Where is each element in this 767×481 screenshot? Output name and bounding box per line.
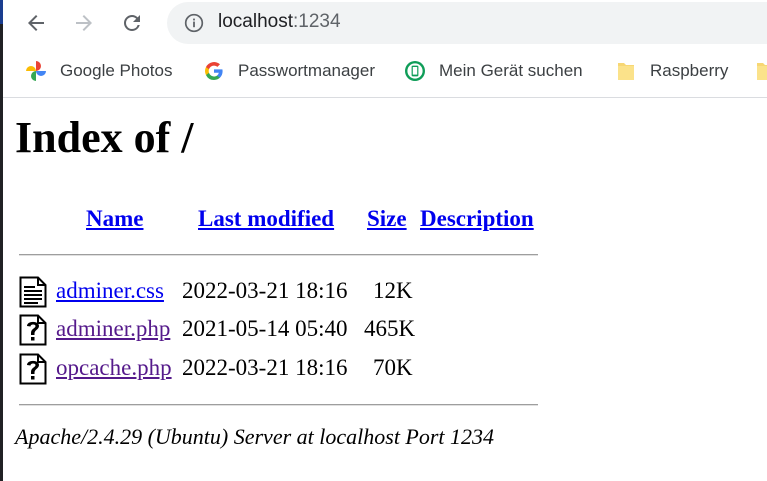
file-row: adminer.css 2022-03-21 18:16 12K (19, 276, 539, 310)
bookmark-label: Mein Gerät suchen (439, 61, 583, 80)
file-link[interactable]: opcache.php (56, 355, 172, 381)
unknown-file-icon (19, 314, 47, 346)
file-row: opcache.php 2022-03-21 18:16 70K (19, 353, 539, 387)
folder-icon (753, 59, 767, 83)
bookmark-find-device[interactable]: Mein Gerät suchen (403, 59, 583, 83)
back-button[interactable] (19, 6, 53, 40)
server-signature: Apache/2.4.29 (Ubuntu) Server at localho… (15, 424, 495, 449)
info-icon[interactable] (184, 13, 204, 33)
google-photos-icon (24, 59, 48, 83)
bookmark-label: Raspberry (650, 61, 729, 80)
column-header-description[interactable]: Description (420, 206, 534, 232)
file-modified: 2022-03-21 18:16 (182, 355, 348, 380)
bookmark-label: Google Photos (60, 61, 173, 80)
file-link[interactable]: adminer.css (56, 278, 164, 304)
url-text[interactable]: localhost:1234 (218, 11, 341, 33)
bookmark-overflow-folder[interactable] (753, 59, 767, 83)
header-divider (19, 254, 538, 256)
page-title: Index of / (15, 113, 194, 162)
reload-icon (124, 14, 140, 31)
file-row: adminer.php 2021-05-14 05:40 465K (19, 314, 539, 348)
find-device-icon (403, 59, 427, 83)
text-file-icon (19, 276, 47, 308)
column-header-last-modified[interactable]: Last modified (198, 206, 334, 232)
page-content: Index of / Name Last modified Size Descr… (3, 98, 767, 481)
url-port: :1234 (293, 11, 341, 32)
file-modified: 2021-05-14 05:40 (182, 316, 348, 341)
forward-button[interactable] (67, 6, 101, 40)
file-size: 465K (364, 316, 416, 341)
bookmark-raspberry[interactable]: Raspberry (614, 59, 728, 83)
file-size: 12K (373, 278, 413, 303)
column-header-size[interactable]: Size (367, 206, 407, 232)
url-host: localhost (218, 11, 293, 32)
bookmark-label: Passwortmanager (238, 61, 376, 80)
column-header-name[interactable]: Name (86, 206, 143, 232)
browser-toolbar: localhost:1234 (3, 0, 767, 47)
bookmarks-bar: Google Photos Passwortmanager Mein Gerät… (3, 47, 767, 98)
file-modified: 2022-03-21 18:16 (182, 278, 348, 303)
address-bar[interactable]: localhost:1234 (167, 2, 767, 44)
folder-icon (614, 59, 638, 83)
forward-icon (76, 15, 92, 31)
bookmark-passwortmanager[interactable]: Passwortmanager (202, 59, 375, 83)
bookmark-google-photos[interactable]: Google Photos (24, 59, 172, 83)
reload-button[interactable] (115, 6, 149, 40)
google-icon (202, 59, 226, 83)
back-icon (28, 15, 44, 31)
unknown-file-icon (19, 353, 47, 385)
footer-divider (19, 404, 538, 406)
file-link[interactable]: adminer.php (56, 316, 170, 342)
file-size: 70K (373, 355, 413, 380)
